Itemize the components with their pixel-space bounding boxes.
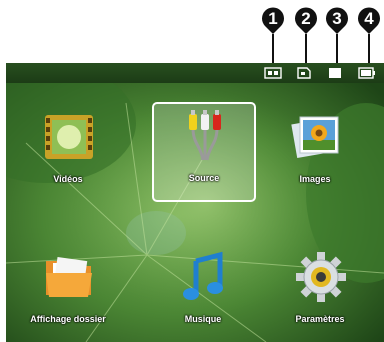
av-cables-icon bbox=[189, 110, 221, 161]
callout-3: 3 bbox=[324, 5, 350, 35]
projector-screen: Vidéos Source Images Affichage dossier M… bbox=[6, 63, 384, 342]
menu-item-videos[interactable]: Vidéos bbox=[16, 103, 120, 203]
photo-icon bbox=[291, 116, 339, 159]
menu-item-source[interactable]: Source bbox=[152, 102, 256, 202]
callout-line bbox=[305, 34, 307, 64]
callout-line bbox=[336, 34, 338, 64]
sd-card-icon bbox=[297, 67, 311, 79]
menu-item-label: Musique bbox=[184, 314, 222, 324]
callout-4: 4 bbox=[356, 5, 382, 35]
callout-1: 1 bbox=[260, 5, 286, 35]
battery-icon bbox=[358, 67, 375, 79]
film-icon bbox=[45, 115, 93, 159]
callout-number: 2 bbox=[301, 9, 311, 28]
menu-item-label: Source bbox=[188, 173, 220, 183]
hdmi-icon bbox=[264, 67, 282, 79]
callout-number: 1 bbox=[268, 9, 278, 28]
menu-item-music[interactable]: Musique bbox=[151, 243, 255, 342]
music-note-icon bbox=[183, 251, 223, 300]
callout-2: 2 bbox=[293, 5, 319, 35]
callout-row: 1 2 3 4 bbox=[0, 0, 384, 64]
callout-line bbox=[272, 34, 274, 64]
usb-memory-icon bbox=[329, 68, 341, 78]
menu-item-label: Affichage dossier bbox=[30, 314, 106, 324]
menu-item-folder-view[interactable]: Affichage dossier bbox=[16, 243, 120, 342]
callout-number: 3 bbox=[332, 9, 342, 28]
folder-icon bbox=[46, 257, 92, 297]
callout-line bbox=[368, 34, 370, 64]
status-bar bbox=[6, 63, 384, 83]
gear-icon bbox=[296, 252, 346, 302]
menu-item-label: Paramètres bbox=[295, 314, 345, 324]
menu-item-settings[interactable]: Paramètres bbox=[268, 243, 372, 342]
menu-item-label: Images bbox=[299, 174, 331, 184]
callout-number: 4 bbox=[364, 9, 374, 28]
menu-item-label: Vidéos bbox=[53, 174, 83, 184]
menu-item-images[interactable]: Images bbox=[263, 103, 367, 203]
